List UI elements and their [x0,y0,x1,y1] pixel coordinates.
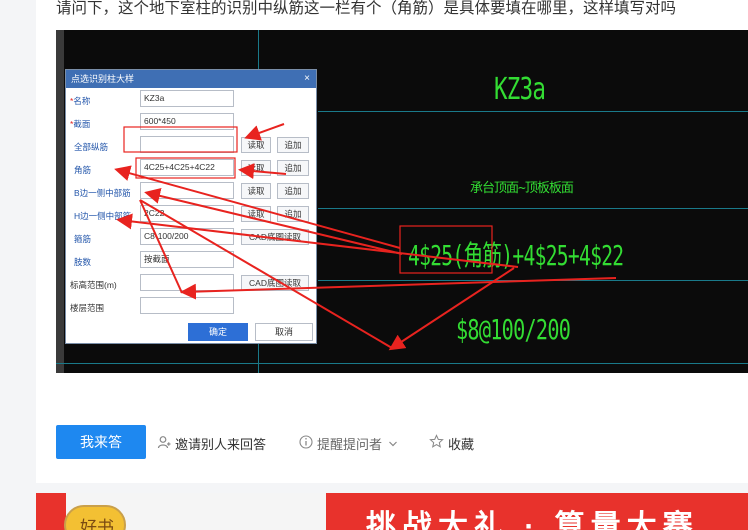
remind-asker-link[interactable]: 提醒提问者 [299,434,398,453]
promo-banner[interactable]: 好书 挑战大礼 · 算量大赛 [36,493,748,530]
question-text: 请问下，这个地下室柱的识别中纵筋这一栏有个（角筋）是具体要填在哪里，这样填写对吗 [56,0,677,17]
annotation-arrow [388,267,515,351]
invite-label: 邀请别人来回答 [175,437,267,452]
annotation-box-all-longitudinal [123,126,238,153]
annotation-arrow [244,123,285,141]
banner-slogan: 挑战大礼 · 算量大赛 [366,510,699,530]
annotation-arrow [238,163,287,180]
user-icon [157,435,171,452]
chevron-down-icon [388,437,398,452]
invite-answer-link[interactable]: 邀请别人来回答 [157,434,266,453]
annotation-box-corner-rebar [135,157,236,179]
annotation-arrow [116,213,519,268]
favorite-link[interactable]: 收藏 [429,434,474,453]
info-icon [299,435,313,452]
remind-label: 提醒提问者 [317,437,383,452]
annotation-arrow [180,277,617,300]
star-icon [429,434,444,452]
annotation-overlay [114,123,617,351]
favorite-label: 收藏 [448,437,475,452]
annotation-box-rebar-text [399,225,493,274]
answer-button[interactable]: 我来答 [56,425,146,459]
banner-badge: 好书 [64,505,126,530]
cad-screenshot-image: KZ3a 承台顶面~顶板板面 4$25(角筋)+4$25+4$22 $8@100… [56,30,748,373]
annotation-arrow [139,199,183,294]
annotation-arrow [144,188,403,255]
